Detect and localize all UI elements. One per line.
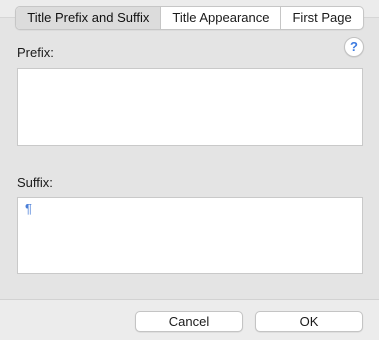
segmented-tabs: Title Prefix and Suffix Title Appearance… (15, 6, 364, 30)
prefix-text-area[interactable] (17, 68, 363, 146)
tab-title-prefix-and-suffix[interactable]: Title Prefix and Suffix (16, 7, 161, 29)
tab-title-appearance[interactable]: Title Appearance (160, 7, 280, 29)
suffix-text-area[interactable]: ¶ (17, 197, 363, 274)
paragraph-mark: ¶ (25, 201, 32, 216)
prefix-label: Prefix: (17, 45, 54, 60)
tab-first-page[interactable]: First Page (280, 7, 362, 29)
cancel-button[interactable]: Cancel (135, 311, 243, 332)
suffix-label: Suffix: (17, 175, 53, 190)
help-icon[interactable]: ? (344, 37, 364, 57)
ok-button[interactable]: OK (255, 311, 363, 332)
tab-bar: Title Prefix and Suffix Title Appearance… (0, 6, 379, 30)
